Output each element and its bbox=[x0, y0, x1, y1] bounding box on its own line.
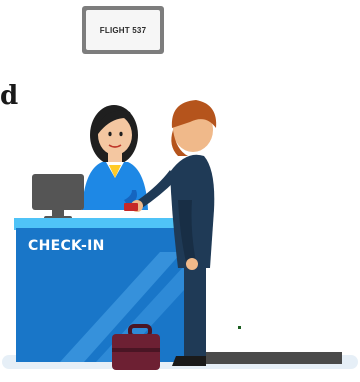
illustration bbox=[2, 6, 358, 370]
checkin-label: CHECK-IN bbox=[28, 238, 105, 254]
ticket bbox=[124, 203, 138, 211]
checkin-scene: FLIGHT 537 d CHECK-IN bbox=[0, 0, 360, 377]
text-fragment: d bbox=[0, 81, 19, 111]
flight-sign: FLIGHT 537 bbox=[82, 6, 164, 54]
flight-sign-text: FLIGHT 537 bbox=[99, 25, 147, 35]
check-in-agent bbox=[82, 105, 148, 210]
computer-monitor bbox=[32, 174, 84, 220]
baggage-belt bbox=[190, 352, 342, 364]
